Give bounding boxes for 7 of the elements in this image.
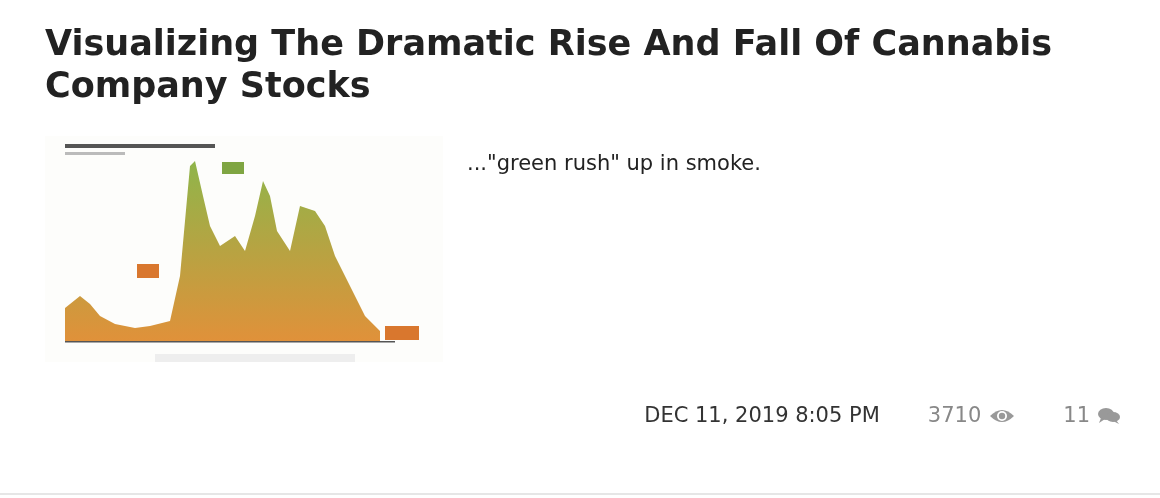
- comments-icon: [1098, 406, 1120, 425]
- post-excerpt: ..."green rush" up in smoke.: [467, 150, 761, 177]
- post-date: DEC 11, 2019 8:05 PM: [644, 402, 880, 429]
- post-title[interactable]: Visualizing The Dramatic Rise And Fall Of Cannabis Company Stocks: [45, 22, 1120, 106]
- view-count: 3710: [927, 402, 982, 429]
- eye-icon: [989, 407, 1016, 424]
- comment-count: 11: [1063, 402, 1090, 429]
